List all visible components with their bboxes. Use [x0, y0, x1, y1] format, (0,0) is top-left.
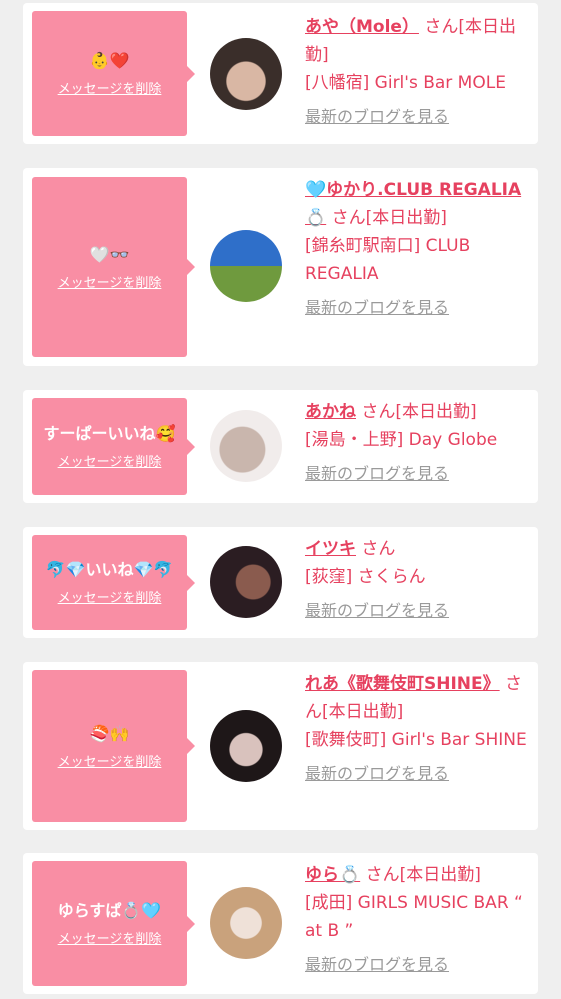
message-card: 🐬💎いいね💎🐬 メッセージを削除 イツキ さん [荻窪] さくらん 最新のブログ…	[23, 527, 538, 638]
message-card: すーぱーいいね🥰 メッセージを削除 あかね さん[本日出勤] [湯島・上野] D…	[23, 390, 538, 503]
blog-link[interactable]: 最新のブログを見る	[305, 460, 449, 488]
delete-message-link[interactable]: メッセージを削除	[58, 451, 162, 470]
blog-link[interactable]: 最新のブログを見る	[305, 294, 449, 322]
delete-message-link[interactable]: メッセージを削除	[58, 751, 162, 770]
message-text: すーぱーいいね🥰	[43, 424, 176, 443]
delete-message-link[interactable]: メッセージを削除	[58, 272, 162, 291]
cast-info: ゆら💍 さん[本日出勤] [成田] GIRLS MUSIC BAR “ at B…	[305, 861, 533, 979]
message-bubble: 🐬💎いいね💎🐬 メッセージを削除	[32, 535, 195, 630]
cast-suffix: さん[本日出勤]	[365, 865, 481, 885]
message-card: 🍣🙌 メッセージを削除 れあ《歌舞伎町SHINE》 さん[本日出勤] [歌舞伎町…	[23, 662, 538, 830]
delete-message-link[interactable]: メッセージを削除	[58, 928, 162, 947]
message-bubble: ゆらすぱ💍🩵 メッセージを削除	[32, 861, 195, 986]
delete-message-link[interactable]: メッセージを削除	[58, 78, 162, 97]
cast-name-link[interactable]: ゆら💍	[305, 865, 360, 885]
message-card: 🤍👓 メッセージを削除 🩵ゆかり.CLUB REGALIA💍 さん[本日出勤] …	[23, 168, 538, 366]
delete-message-link[interactable]: メッセージを削除	[58, 587, 162, 606]
message-text: 🤍👓	[89, 244, 130, 264]
cast-info: あかね さん[本日出勤] [湯島・上野] Day Globe 最新のブログを見る	[305, 398, 533, 488]
message-bubble: 👶❤️ メッセージを削除	[32, 11, 195, 136]
message-card: ゆらすぱ💍🩵 メッセージを削除 ゆら💍 さん[本日出勤] [成田] GIRLS …	[23, 853, 538, 994]
avatar[interactable]	[210, 546, 282, 618]
cast-info: 🩵ゆかり.CLUB REGALIA💍 さん[本日出勤] [錦糸町駅南口] CLU…	[305, 176, 533, 322]
cast-suffix: さん[本日出勤]	[361, 402, 477, 422]
cast-name-link[interactable]: イツキ	[305, 539, 356, 559]
shop-name: [錦糸町駅南口] CLUB REGALIA	[305, 236, 471, 284]
cast-suffix: さん	[361, 539, 396, 559]
shop-name: [成田] GIRLS MUSIC BAR “ at B ”	[305, 893, 523, 941]
message-text: 👶❤️	[89, 51, 130, 70]
blog-link[interactable]: 最新のブログを見る	[305, 103, 449, 131]
blog-link[interactable]: 最新のブログを見る	[305, 760, 449, 788]
avatar[interactable]	[210, 230, 282, 302]
avatar[interactable]	[210, 710, 282, 782]
blog-link[interactable]: 最新のブログを見る	[305, 951, 449, 979]
cast-info: れあ《歌舞伎町SHINE》 さん[本日出勤] [歌舞伎町] Girl's Bar…	[305, 670, 533, 788]
shop-name: [湯島・上野] Day Globe	[305, 430, 498, 450]
avatar[interactable]	[210, 410, 282, 482]
message-bubble: すーぱーいいね🥰 メッセージを削除	[32, 398, 195, 495]
message-text: 🍣🙌	[89, 723, 130, 743]
cast-suffix: さん[本日出勤]	[331, 208, 447, 228]
blog-link[interactable]: 最新のブログを見る	[305, 597, 449, 625]
cast-info: あや（Mole） さん[本日出勤] [八幡宿] Girl's Bar MOLE …	[305, 13, 533, 131]
message-card: 👶❤️ メッセージを削除 あや（Mole） さん[本日出勤] [八幡宿] Gir…	[23, 3, 538, 144]
message-text: ゆらすぱ💍🩵	[57, 901, 162, 920]
shop-name: [荻窪] さくらん	[305, 567, 426, 587]
message-bubble: 🤍👓 メッセージを削除	[32, 177, 195, 357]
cast-name-link[interactable]: れあ《歌舞伎町SHINE》	[305, 674, 500, 694]
cast-name-link[interactable]: あや（Mole）	[305, 17, 419, 37]
message-bubble: 🍣🙌 メッセージを削除	[32, 670, 195, 822]
cast-info: イツキ さん [荻窪] さくらん 最新のブログを見る	[305, 535, 533, 625]
shop-name: [歌舞伎町] Girl's Bar SHINE	[305, 730, 527, 750]
avatar[interactable]	[210, 887, 282, 959]
cast-name-link[interactable]: あかね	[305, 402, 356, 422]
avatar[interactable]	[210, 38, 282, 110]
message-text: 🐬💎いいね💎🐬	[45, 560, 174, 579]
shop-name: [八幡宿] Girl's Bar MOLE	[305, 73, 506, 93]
